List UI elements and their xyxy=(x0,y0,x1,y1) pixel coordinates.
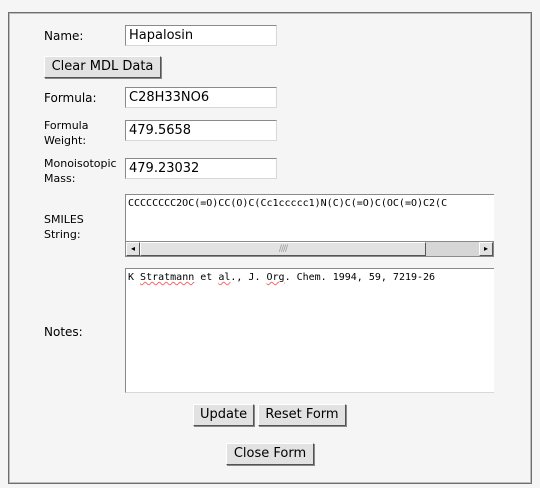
notes-text-part: Stratmann xyxy=(140,272,195,283)
monoisotopic-mass-label: Monoisotopic Mass: xyxy=(44,156,117,186)
notes-text-part: K xyxy=(128,272,141,283)
smiles-label: SMILES String: xyxy=(44,212,84,242)
formula-input[interactable]: C28H33NO6 xyxy=(125,87,277,108)
smiles-label-line1: SMILES xyxy=(44,213,84,226)
clear-mdl-button[interactable]: Clear MDL Data xyxy=(44,56,161,78)
scroll-right-arrow-icon[interactable]: ▸ xyxy=(479,242,493,256)
close-form-button[interactable]: Close Form xyxy=(226,443,314,465)
monoisotopic-mass-label-line2: Mass: xyxy=(44,172,76,185)
scroll-left-arrow-icon[interactable]: ◂ xyxy=(126,242,140,256)
smiles-textarea[interactable]: CCCCCCCC2OC(=O)CC(O)C(Cc1ccccc1)N(C)C(=O… xyxy=(125,194,494,242)
smiles-label-line2: String: xyxy=(44,228,81,241)
update-button[interactable]: Update xyxy=(193,404,254,426)
monoisotopic-mass-label-line1: Monoisotopic xyxy=(44,157,117,170)
scrollbar-thumb[interactable]: //// xyxy=(140,242,426,256)
notes-textarea[interactable]: K Stratmann et al., J. Org. Chem. 1994, … xyxy=(125,268,494,393)
name-input[interactable]: Hapalosin xyxy=(125,25,277,46)
name-label: Name: xyxy=(44,29,84,43)
formula-label: Formula: xyxy=(44,91,97,105)
reset-form-button[interactable]: Reset Form xyxy=(258,404,346,426)
notes-text-part: ., J. xyxy=(230,272,267,283)
notes-text-part: . Chem. 1994, 59, 7219-26 xyxy=(284,272,436,283)
notes-text-part: al xyxy=(218,272,231,283)
smiles-horizontal-scrollbar[interactable]: ◂ //// ▸ xyxy=(125,241,494,257)
formula-weight-label: Formula Weight: xyxy=(44,118,88,148)
notes-label: Notes: xyxy=(44,325,83,339)
formula-weight-input[interactable]: 479.5658 xyxy=(125,120,277,141)
notes-text-part: Org xyxy=(266,272,285,283)
notes-text-part: et xyxy=(194,272,219,283)
monoisotopic-mass-input[interactable]: 479.23032 xyxy=(125,158,277,179)
formula-weight-label-line2: Weight: xyxy=(44,134,87,147)
formula-weight-label-line1: Formula xyxy=(44,119,89,132)
